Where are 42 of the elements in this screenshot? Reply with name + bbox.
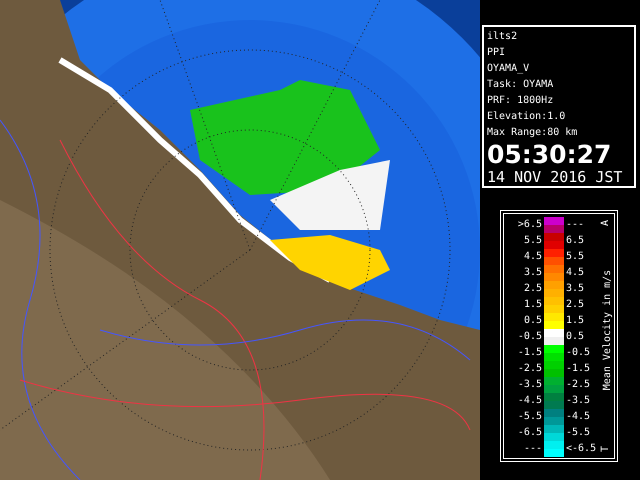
legend-value: 6.5: [566, 234, 586, 248]
legend-value: -1.5: [516, 346, 542, 360]
legend-value: 4.5: [566, 266, 586, 280]
legend-value: ---: [522, 442, 542, 456]
date-text: 14 NOV 2016 JST: [487, 168, 624, 186]
legend-value: -5.5: [566, 426, 592, 440]
legend-value: 2.5: [522, 282, 542, 296]
legend-value: 3.5: [522, 266, 542, 280]
legend-value: -4.5: [516, 394, 542, 408]
legend-value: -2.5: [566, 378, 592, 392]
time-text: 05:30:27: [487, 141, 612, 168]
legend-value: -3.5: [516, 378, 542, 392]
legend-value: 5.5: [522, 234, 542, 248]
legend-value: 4.5: [522, 250, 542, 264]
legend-value: -0.5: [516, 330, 542, 344]
info-text: PPI: [487, 46, 506, 60]
legend-value: -5.5: [516, 410, 542, 424]
legend-mark: A: [601, 220, 612, 226]
legend-value: -2.5: [516, 362, 542, 376]
legend-value: >6.5: [516, 218, 542, 232]
info-text: Task: OYAMA: [487, 78, 554, 92]
info-text: Max Range:80 km: [487, 126, 578, 140]
legend-value: 2.5: [566, 298, 586, 312]
legend-value: ---: [566, 218, 586, 232]
legend-value: -6.5: [516, 426, 542, 440]
legend-value: -4.5: [566, 410, 592, 424]
legend-value: -1.5: [566, 362, 592, 376]
legend-mark: T: [601, 446, 612, 452]
info-text: PRF: 1800Hz: [487, 94, 554, 108]
legend-value: 3.5: [566, 282, 586, 296]
legend-value: -3.5: [566, 394, 592, 408]
info-text: OYAMA_V: [487, 62, 530, 76]
legend-value: 1.5: [566, 314, 586, 328]
legend-title: Mean Velocity in m/s: [602, 268, 614, 392]
legend-value: <-6.5: [566, 442, 598, 456]
info-text: ilts2: [487, 30, 518, 44]
legend-value: 5.5: [566, 250, 586, 264]
legend-value: 1.5: [522, 298, 542, 312]
legend-value: -0.5: [566, 346, 592, 360]
info-text: Elevation:1.0: [487, 110, 566, 124]
legend-value: 0.5: [566, 330, 586, 344]
legend-value: 0.5: [522, 314, 542, 328]
